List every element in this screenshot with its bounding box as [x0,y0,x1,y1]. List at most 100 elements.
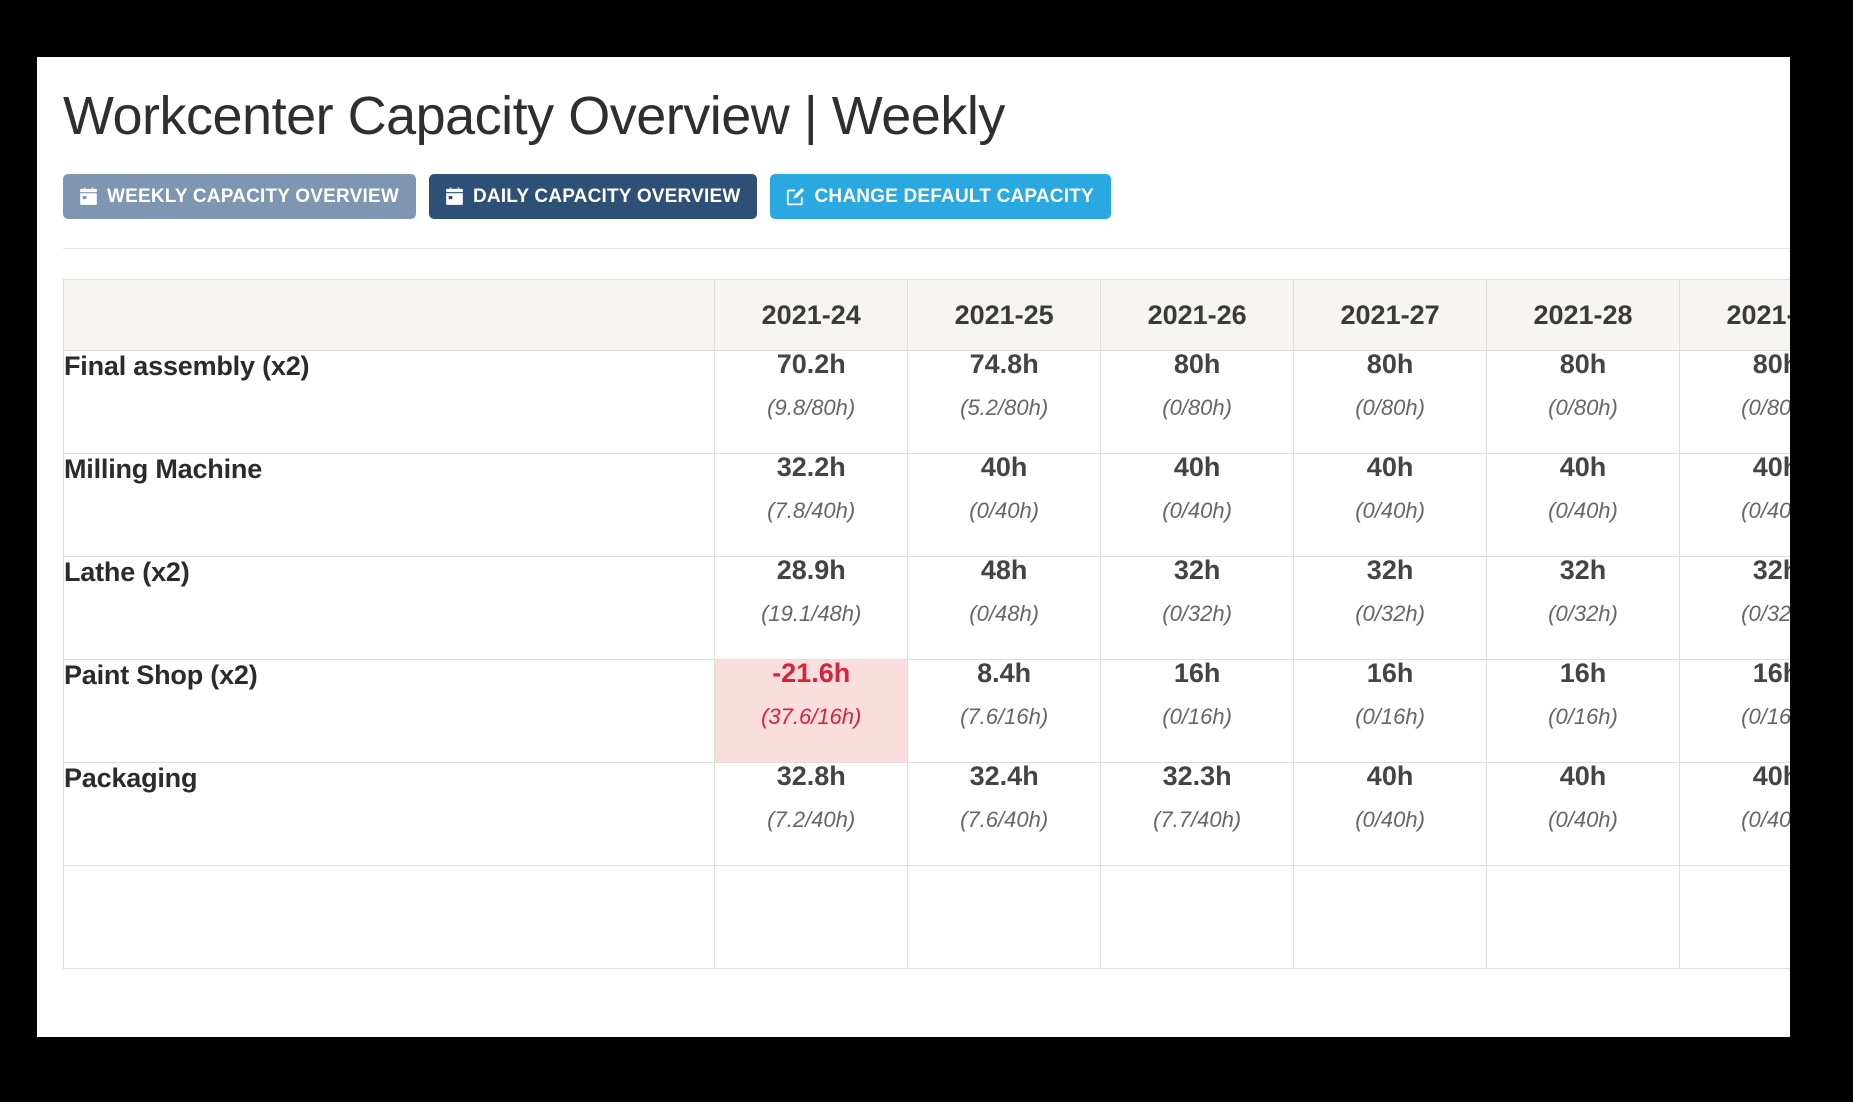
remaining-capacity: 28.9h [776,555,846,586]
capacity-cell-clipped [63,865,716,970]
capacity-cell[interactable]: 16h (0/16h) [1293,658,1488,764]
capacity-cell-clipped [1679,865,1790,970]
capacity-cell[interactable]: 40h (0/40h) [1679,452,1790,558]
capacity-cell[interactable]: 80h (0/80h) [1486,349,1680,455]
week-column-header: 2021-27 [1293,279,1488,352]
edit-square-icon [786,187,805,206]
capacity-usage: (7.2/40h) [767,807,856,833]
capacity-cell[interactable]: 40h (0/40h) [1293,761,1488,867]
capacity-cell-over[interactable]: -21.6h (37.6/16h) [714,658,909,764]
weekly-capacity-overview-button[interactable]: WEEKLY CAPACITY OVERVIEW [63,174,416,220]
capacity-cell[interactable]: 32.4h (7.6/40h) [907,761,1102,867]
capacity-cell[interactable]: 8.4h (7.6/16h) [907,658,1102,764]
remaining-capacity: -21.6h [772,658,851,689]
capacity-cell[interactable]: 32h (0/32h) [1100,555,1295,661]
remaining-capacity: 40h [1752,452,1790,483]
capacity-table-container: 2021-242021-252021-262021-272021-282021-… [63,279,1790,970]
remaining-capacity: 16h [1366,658,1414,689]
remaining-capacity: 32.4h [969,761,1039,792]
capacity-usage: (5.2/80h) [960,395,1049,421]
remaining-capacity: 40h [1559,761,1607,792]
capacity-cell[interactable]: 32.2h (7.8/40h) [714,453,909,558]
remaining-capacity: 80h [1173,349,1221,380]
week-column-header: 2021-25 [907,279,1102,352]
table-row: Milling Machine 32.2h (7.8/40h) 40h (0/40h) 4… [63,452,1790,558]
remaining-capacity: 80h [1559,349,1607,380]
remaining-capacity: 32h [1752,555,1790,586]
capacity-cell[interactable]: 32.8h (7.2/40h) [714,762,909,867]
daily-capacity-overview-button[interactable]: DAILY CAPACITY OVERVIEW [428,174,758,220]
change-default-capacity-button[interactable]: CHANGE DEFAULT CAPACITY [770,174,1111,220]
capacity-usage: (0/32h) [1548,601,1618,627]
capacity-usage: (7.6/16h) [960,704,1049,730]
capacity-cell-clipped [1486,865,1680,970]
capacity-cell[interactable]: 16h (0/16h) [1679,659,1790,764]
capacity-cell[interactable]: 40h (0/40h) [907,453,1102,558]
capacity-usage: (0/32h) [1741,601,1790,627]
capacity-cell[interactable]: 16h (0/16h) [1100,658,1295,764]
capacity-cell[interactable]: 40h (0/40h) [1486,761,1680,867]
remaining-capacity: 74.8h [969,349,1039,380]
remaining-capacity: 16h [1173,658,1221,689]
capacity-cell[interactable]: 40h (0/40h) [1100,453,1295,558]
capacity-cell[interactable]: 40h (0/40h) [1679,761,1790,867]
remaining-capacity: 16h [1559,658,1607,689]
remaining-capacity: 48h [980,555,1028,586]
capacity-cell[interactable]: 40h (0/40h) [1486,452,1680,558]
capacity-cell[interactable]: 70.2h (9.8/80h) [714,350,909,455]
view-toolbar: WEEKLY CAPACITY OVERVIEW DAILY CAPACITY … [63,174,1790,220]
workcenter-capacity-table: 2021-242021-252021-262021-272021-282021-… [63,279,1790,970]
capacity-cell-clipped [1100,865,1295,970]
week-column-header: 2021-28 [1486,279,1680,352]
remaining-capacity: 32.3h [1162,761,1232,792]
workcenter-name-cell: Final assembly (x2) [63,350,716,455]
capacity-cell[interactable]: 16h (0/16h) [1486,658,1680,764]
capacity-cell[interactable]: 32h (0/32h) [1679,555,1790,661]
change-default-capacity-label: CHANGE DEFAULT CAPACITY [814,186,1094,208]
capacity-cell-clipped [1293,865,1488,970]
week-column-header: 2021-29 [1679,279,1790,352]
remaining-capacity: 8.4h [977,658,1032,689]
capacity-usage: (9.8/80h) [767,395,856,421]
capacity-usage: (0/40h) [1548,498,1618,524]
remaining-capacity: 40h [1752,761,1790,792]
capacity-cell[interactable]: 48h (0/48h) [907,555,1102,661]
table-row: Lathe (x2) 28.9h (19.1/48h) 48h (0/48h) 32h (0… [63,555,1790,661]
daily-capacity-overview-label: DAILY CAPACITY OVERVIEW [472,186,741,208]
remaining-capacity: 32h [1173,555,1221,586]
remaining-capacity: 80h [1752,349,1790,380]
capacity-cell[interactable]: 32.3h (7.7/40h) [1100,761,1295,867]
remaining-capacity: 40h [1559,452,1607,483]
capacity-usage: (0/40h) [1162,498,1232,524]
capacity-usage: (37.6/16h) [761,704,862,730]
table-row-clipped [63,865,1790,970]
capacity-usage: (0/16h) [1548,704,1618,730]
table-row: Packaging 32.8h (7.2/40h) 32.4h (7.6/40h) 32.… [63,761,1790,867]
capacity-usage: (0/16h) [1355,704,1425,730]
capacity-cell[interactable]: 80h (0/80h) [1293,349,1488,455]
capacity-usage: (7.6/40h) [960,807,1049,833]
capacity-usage: (7.7/40h) [1153,807,1242,833]
remaining-capacity: 80h [1366,349,1414,380]
capacity-usage: (0/40h) [969,498,1040,524]
capacity-cell[interactable]: 80h (0/80h) [1100,349,1295,455]
capacity-cell[interactable]: 32h (0/32h) [1293,556,1488,661]
workcenter-column-header [63,279,716,352]
capacity-usage: (0/40h) [1355,498,1425,524]
capacity-cell[interactable]: 74.8h (5.2/80h) [907,349,1102,455]
table-row: Paint Shop (x2) -21.6h (37.6/16h) 8.4h (7.6/… [63,658,1790,764]
table-head: 2021-242021-252021-262021-272021-282021-… [63,279,1790,352]
capacity-cell[interactable]: 28.9h (19.1/48h) [714,555,909,661]
capacity-cell-clipped [714,865,909,970]
capacity-cell[interactable]: 32h (0/32h) [1486,556,1680,661]
weekly-capacity-overview-label: WEEKLY CAPACITY OVERVIEW [107,186,399,208]
capacity-usage: (0/80h) [1355,395,1425,421]
capacity-usage: (0/32h) [1355,601,1425,627]
capacity-cell[interactable]: 40h (0/40h) [1293,453,1488,558]
workcenter-name-cell: Paint Shop (x2) [63,659,716,764]
remaining-capacity: 40h [1366,761,1414,792]
capacity-cell[interactable]: 80h (0/80h) [1679,349,1790,455]
capacity-usage: (0/16h) [1741,704,1790,730]
capacity-usage: (0/80h) [1741,395,1790,421]
page-content: Workcenter Capacity Overview | Weekly WE… [37,57,1790,1037]
